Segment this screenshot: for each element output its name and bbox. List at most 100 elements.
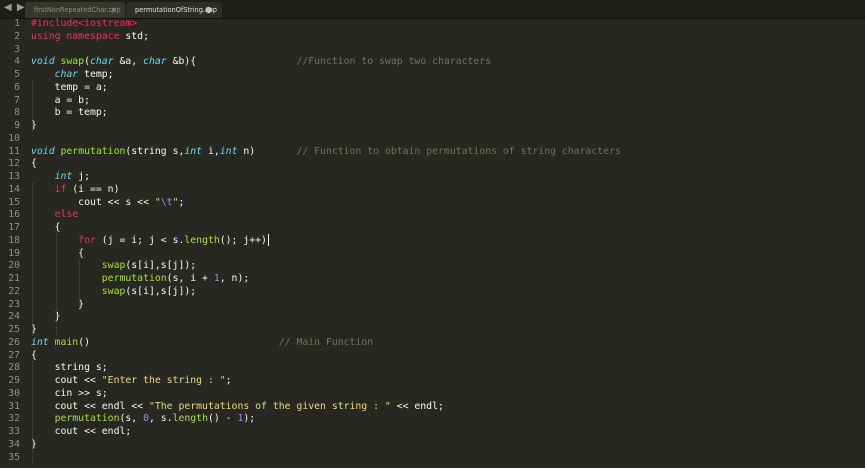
code-token: } [31, 298, 85, 310]
code-line[interactable]: 5 char temp; [0, 68, 865, 81]
line-number: 4 [14, 56, 20, 68]
tab-navigation-arrows[interactable]: ◀ ▶ [4, 2, 26, 13]
code-text: else [31, 208, 79, 221]
code-text: int j; [31, 170, 90, 183]
line-number: 27 [8, 349, 20, 361]
unsaved-dot-icon[interactable]: ● [205, 2, 212, 18]
code-line[interactable]: 25} [0, 323, 865, 336]
line-number: 30 [8, 387, 20, 399]
code-line[interactable]: 28 string s; [0, 361, 865, 374]
code-line[interactable]: 8 b = temp; [0, 106, 865, 119]
code-line[interactable]: 17 { [0, 221, 865, 234]
code-line[interactable]: 3 [0, 43, 865, 56]
code-token: n) [237, 145, 297, 157]
code-token: swap [101, 260, 126, 272]
line-number: 26 [8, 336, 20, 348]
code-text: #include<iostream> [31, 17, 137, 30]
code-line[interactable]: 32 permutation(s, 0, s.length() - 1); [0, 412, 865, 425]
code-line[interactable]: 11 void permutation(string s,int i,int n)… [0, 145, 865, 158]
code-text: cout << "Enter the string : "; [31, 374, 232, 387]
code-line[interactable]: 18 for (j = i; j < s.length(); j++) [0, 234, 865, 247]
code-token: a = b; [31, 94, 90, 106]
indent-guide [55, 233, 57, 336]
code-token: for [78, 234, 96, 246]
code-line[interactable]: 33 cout << endl; [0, 425, 865, 438]
code-token: (s[i],s[j]); [125, 260, 197, 272]
code-line[interactable]: 2 using namespace std; [0, 30, 865, 43]
code-line[interactable]: 6 temp = a; [0, 81, 865, 94]
code-token: () - [207, 413, 238, 425]
line-number: 16 [8, 209, 20, 221]
code-text: string s; [31, 361, 108, 374]
code-token: &b){ [166, 56, 297, 68]
line-number: 17 [8, 222, 20, 233]
code-text: cout << endl; [31, 425, 132, 438]
code-line[interactable]: 7 a = b; [0, 94, 865, 107]
indent-guide [32, 80, 33, 132]
tab-firstNonRepeatedChar[interactable]: firstNonRepeatedChar.cpp × [25, 2, 125, 18]
line-number: 2 [14, 30, 20, 42]
code-token: () [78, 336, 279, 348]
code-line[interactable]: 19 { [0, 247, 865, 260]
code-line[interactable]: 35 [0, 451, 865, 464]
line-number: 10 [8, 132, 20, 144]
code-text: permutation(s, 0, s.length() - 1); [31, 412, 256, 425]
code-text: b = temp; [31, 106, 108, 119]
code-line[interactable]: 12 { [0, 157, 865, 170]
line-number: 3 [14, 43, 20, 55]
code-text: void swap(char &a, char &b){ //Function … [31, 55, 491, 68]
line-number: 6 [14, 81, 20, 93]
code-token: , n); [219, 273, 250, 284]
code-token: string s; [31, 362, 108, 374]
line-number: 35 [8, 451, 20, 463]
code-token: cin >> s; [31, 387, 108, 399]
code-token: temp; [78, 69, 114, 80]
code-line[interactable]: 30 cin >> s; [0, 387, 865, 400]
code-line[interactable]: 23 } [0, 298, 865, 311]
code-line[interactable]: 14 if (i == n) [0, 183, 865, 196]
code-token: (j = i; j < s. [95, 234, 185, 246]
line-number: 23 [8, 298, 20, 310]
code-editor[interactable]: 1 #include<iostream> 2 using namespace std;… [0, 17, 865, 468]
code-line[interactable]: 4 void swap(char &a, char &b){ //Function… [0, 55, 865, 68]
tab-permutationOfString[interactable]: permutationOfString.cpp ● [126, 2, 222, 18]
code-text: if (i == n) [31, 183, 120, 196]
code-text: void permutation(string s,int i,int n) /… [31, 145, 621, 158]
code-line[interactable]: 26 int main() // Main Function [0, 336, 865, 349]
code-token: &a, [113, 56, 144, 68]
code-token: permutation [101, 273, 167, 284]
code-line[interactable]: 31 cout << endl << "The permutations of … [0, 400, 865, 413]
code-line[interactable]: 29 cout << "Enter the string : "; [0, 374, 865, 387]
code-line[interactable]: 9} [0, 119, 865, 132]
code-line[interactable]: 27 { [0, 349, 865, 362]
code-line[interactable]: 13 int j; [0, 170, 865, 183]
line-number: 15 [8, 196, 20, 208]
code-line[interactable]: 21 permutation(s, i + 1, n); [0, 272, 865, 285]
code-line[interactable]: 15 cout << s << "\t"; [0, 196, 865, 209]
line-number: 21 [8, 273, 20, 284]
code-token: permutation [60, 145, 126, 157]
close-icon[interactable]: × [110, 2, 117, 18]
code-line[interactable]: 1 #include<iostream> [0, 17, 865, 30]
line-number: 33 [8, 426, 20, 437]
code-token: { [31, 158, 37, 170]
code-token: { [31, 247, 85, 259]
code-line[interactable]: 20 swap(s[i],s[j]); [0, 259, 865, 272]
code-token: i, [202, 145, 220, 157]
code-line[interactable]: 10 [0, 132, 865, 145]
code-line[interactable]: 24 } [0, 310, 865, 323]
code-line[interactable]: 22 swap(s[i],s[j]); [0, 285, 865, 298]
code-line[interactable]: 34} [0, 438, 865, 451]
code-token: else [54, 209, 79, 221]
tab-label: firstNonRepeatedChar.cpp [34, 6, 121, 14]
code-token: ); [243, 413, 256, 425]
code-token: j; [72, 171, 90, 182]
code-line[interactable]: 16 else [0, 208, 865, 221]
code-token: { [31, 222, 61, 233]
code-token: permutation [54, 413, 120, 425]
